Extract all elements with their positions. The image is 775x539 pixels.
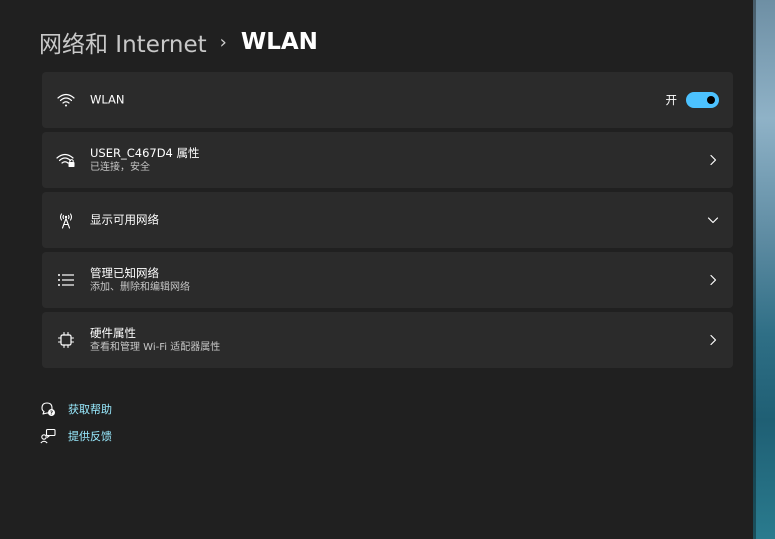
get-help-label: 获取帮助 xyxy=(68,403,112,416)
network-properties-title: USER_C467D4 属性 xyxy=(90,146,200,160)
chevron-right-icon xyxy=(707,274,719,286)
wifi-lock-icon xyxy=(56,150,76,170)
page-title: WLAN xyxy=(240,29,318,55)
wlan-row-text: WLAN xyxy=(90,93,125,108)
feedback-icon xyxy=(40,428,56,444)
network-properties-row[interactable]: USER_C467D4 属性 已连接，安全 xyxy=(42,132,733,188)
give-feedback-label: 提供反馈 xyxy=(68,430,112,443)
show-available-networks-text: 显示可用网络 xyxy=(90,213,159,228)
chip-icon xyxy=(56,330,76,350)
wifi-icon xyxy=(56,90,76,110)
breadcrumb-separator: › xyxy=(219,31,227,53)
chevron-right-icon xyxy=(707,334,719,346)
get-help-link[interactable]: ? 获取帮助 xyxy=(40,400,112,418)
svg-text:?: ? xyxy=(50,411,53,417)
wlan-toggle-switch[interactable] xyxy=(686,92,719,108)
breadcrumb: 网络和 Internet › WLAN xyxy=(39,26,318,58)
wlan-toggle-label: 开 xyxy=(665,93,678,107)
chevron-right-icon xyxy=(707,154,719,166)
settings-window: 网络和 Internet › WLAN WLAN 开 USER_C467D4 属… xyxy=(0,0,753,539)
list-icon xyxy=(56,270,76,290)
hardware-properties-row[interactable]: 硬件属性 查看和管理 Wi-Fi 适配器属性 xyxy=(42,312,733,368)
wlan-row-title: WLAN xyxy=(90,92,125,107)
breadcrumb-parent-link[interactable]: 网络和 Internet xyxy=(39,25,207,59)
wlan-toggle-group: 开 xyxy=(665,92,719,108)
help-links: ? 获取帮助 提供反馈 xyxy=(40,400,112,454)
give-feedback-link[interactable]: 提供反馈 xyxy=(40,427,112,445)
manage-known-networks-title: 管理已知网络 xyxy=(90,266,159,280)
network-status-text: 已连接，安全 xyxy=(90,162,150,173)
manage-known-networks-subtitle: 添加、删除和编辑网络 xyxy=(90,282,190,293)
network-properties-text: USER_C467D4 属性 已连接，安全 xyxy=(90,146,200,174)
hardware-properties-text: 硬件属性 查看和管理 Wi-Fi 适配器属性 xyxy=(90,326,220,354)
toggle-knob xyxy=(707,96,715,104)
help-icon: ? xyxy=(40,401,56,417)
wlan-toggle-row[interactable]: WLAN 开 xyxy=(42,72,733,128)
manage-known-networks-row[interactable]: 管理已知网络 添加、删除和编辑网络 xyxy=(42,252,733,308)
desktop-wallpaper-edge xyxy=(753,0,775,539)
show-available-networks-row[interactable]: 显示可用网络 xyxy=(42,192,733,248)
hardware-properties-title: 硬件属性 xyxy=(90,326,136,340)
hardware-properties-subtitle: 查看和管理 Wi-Fi 适配器属性 xyxy=(90,342,221,353)
manage-known-networks-text: 管理已知网络 添加、删除和编辑网络 xyxy=(90,266,190,294)
show-available-networks-title: 显示可用网络 xyxy=(90,212,159,227)
antenna-icon xyxy=(56,210,76,230)
chevron-down-icon xyxy=(707,214,719,226)
